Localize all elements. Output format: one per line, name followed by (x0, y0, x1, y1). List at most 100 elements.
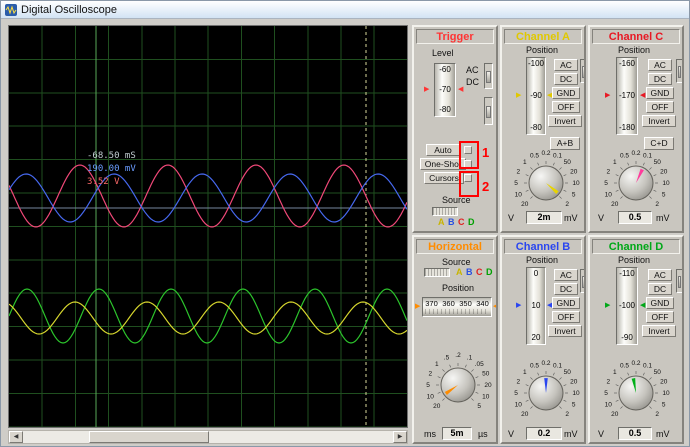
channel-b-position-label: Position (526, 255, 559, 265)
svg-text:5: 5 (604, 390, 608, 397)
channel-a-coupling-switch[interactable] (580, 59, 584, 83)
svg-text:5: 5 (662, 192, 666, 199)
trigger-level-label: Level (432, 48, 454, 58)
svg-text:0.5: 0.5 (530, 152, 539, 159)
source-channel-c: C (476, 267, 483, 277)
scale-tick-label: -90 (530, 91, 542, 100)
channel-b-gnd-button[interactable]: GND (552, 297, 580, 309)
horizontal-position-slider[interactable]: 370 360 350 340 (422, 297, 492, 317)
timebase-value[interactable]: 5m (442, 427, 472, 440)
svg-text:0.2: 0.2 (631, 150, 640, 157)
channel-b-ac-button[interactable]: AC (554, 269, 578, 281)
svg-text:50: 50 (482, 371, 490, 378)
channel-c-scale-value[interactable]: 0.5 (618, 211, 652, 224)
scale-tick-label: 370 (425, 299, 438, 308)
channel-c-gnd-button[interactable]: GND (646, 87, 674, 99)
horizontal-position-label: Position (442, 283, 475, 293)
svg-text:2: 2 (428, 371, 432, 378)
channel-b-invert-button[interactable]: Invert (548, 325, 582, 337)
scroll-left-button[interactable]: ◀ (9, 431, 23, 443)
channel-c-ac-button[interactable]: AC (648, 59, 672, 71)
source-channel-a: A (438, 217, 445, 227)
svg-text:20: 20 (570, 169, 578, 176)
timebase-knob[interactable]: 20 10 5 2 1.5.2.1.05 50 20 10 5 (414, 345, 496, 428)
svg-text:2: 2 (565, 201, 569, 208)
trigger-panel: Trigger Level -60 -70 -80 ▶ ◀ AC DC Auto… (412, 25, 498, 233)
channel-d-coupling-switch[interactable] (676, 269, 682, 293)
svg-text:10: 10 (482, 394, 490, 401)
channel-a-position-label: Position (526, 45, 559, 55)
channel-a-invert-button[interactable]: Invert (548, 115, 582, 127)
trigger-title: Trigger (416, 29, 494, 44)
horizontal-source-selector[interactable] (424, 268, 450, 277)
channel-c-dc-button[interactable]: DC (648, 73, 672, 85)
channel-b-coupling-switch[interactable] (580, 269, 584, 293)
channel-a-position-slider[interactable]: -100 -90 -80 (526, 57, 546, 135)
channel-b-volts-label: V (508, 429, 515, 439)
trigger-level-marker-right-icon: ◀ (458, 86, 464, 93)
svg-text:.05: .05 (475, 361, 484, 368)
source-channel-c: C (458, 217, 465, 227)
svg-text:10: 10 (572, 390, 580, 397)
channel-c-panel: Channel C Position -160 -170 -180 ▶ ◀ AC… (588, 25, 684, 233)
svg-text:20: 20 (521, 411, 529, 418)
channel-b-gain-knob[interactable]: 20 10 5 2 1 0.5 0.2 0.1 50 20 10 5 2 (502, 353, 584, 436)
svg-text:0.5: 0.5 (530, 362, 539, 369)
svg-text:0.1: 0.1 (553, 152, 562, 159)
channel-b-millivolts-label: mV (564, 429, 578, 439)
svg-text:10: 10 (662, 180, 670, 187)
channel-d-gnd-button[interactable]: GND (646, 297, 674, 309)
channel-d-off-button[interactable]: OFF (646, 311, 674, 323)
channel-d-position-slider[interactable]: -110 -100 -90 (616, 267, 638, 345)
channel-a-ac-button[interactable]: AC (554, 59, 578, 71)
svg-text:5: 5 (477, 403, 481, 410)
scale-tick-label: 20 (531, 333, 541, 342)
screen-scrollbar[interactable]: ◀ ▶ (8, 430, 408, 444)
horizontal-title: Horizontal (416, 239, 494, 254)
channel-c-invert-button[interactable]: Invert (642, 115, 676, 127)
channel-a-gnd-button[interactable]: GND (552, 87, 580, 99)
trigger-coupling-switch[interactable] (484, 63, 493, 89)
window-titlebar[interactable]: Digital Oscilloscope (1, 1, 689, 19)
channel-c-position-marker-left-icon: ▶ (605, 92, 611, 99)
channel-b-scale-value[interactable]: 0.2 (526, 427, 562, 440)
scale-tick-label: -70 (439, 85, 451, 94)
svg-text:20: 20 (660, 379, 668, 386)
trigger-dc-label: DC (466, 77, 479, 87)
channel-a-scale-value[interactable]: 2m (526, 211, 562, 224)
scope-screen: -68.50 mS 190.00 mV 3.52 V (8, 25, 408, 428)
channel-c-position-label: Position (618, 45, 651, 55)
channel-a-millivolts-label: mV (564, 213, 578, 223)
channel-a-dc-button[interactable]: DC (554, 73, 578, 85)
svg-text:5: 5 (572, 402, 576, 409)
channel-b-dc-button[interactable]: DC (554, 283, 578, 295)
channel-a-panel: Channel A Position -100 -90 -80 ▶ ◀ AC D… (500, 25, 586, 233)
scale-tick-label: -100 (527, 59, 544, 68)
source-channel-d: D (486, 267, 493, 277)
channel-d-gain-knob[interactable]: 20 10 5 2 1 0.5 0.2 0.1 50 20 10 5 2 (592, 353, 680, 436)
channel-b-position-slider[interactable]: 0 10 20 (526, 267, 546, 345)
svg-text:50: 50 (564, 369, 572, 376)
trigger-source-selector[interactable] (432, 207, 458, 216)
trigger-auto-button[interactable]: Auto (426, 144, 460, 156)
svg-text:20: 20 (484, 382, 492, 389)
channel-b-off-button[interactable]: OFF (552, 311, 580, 323)
svg-text:0.1: 0.1 (553, 362, 562, 369)
channel-d-dc-button[interactable]: DC (648, 283, 672, 295)
source-channel-d: D (468, 217, 475, 227)
trigger-cursors-button[interactable]: Cursors (424, 172, 464, 184)
channel-c-off-button[interactable]: OFF (646, 101, 674, 113)
svg-text:10: 10 (605, 192, 613, 199)
channel-c-coupling-switch[interactable] (676, 59, 682, 83)
svg-text:1: 1 (435, 361, 439, 368)
channel-d-scale-value[interactable]: 0.5 (618, 427, 652, 440)
scroll-right-button[interactable]: ▶ (393, 431, 407, 443)
channel-c-position-slider[interactable]: -160 -170 -180 (616, 57, 638, 135)
channel-c-volts-label: V (598, 213, 605, 223)
channel-a-off-button[interactable]: OFF (552, 101, 580, 113)
channel-d-ac-button[interactable]: AC (648, 269, 672, 281)
trigger-level-slider[interactable]: -60 -70 -80 (434, 63, 456, 117)
trigger-edge-switch[interactable] (484, 97, 493, 125)
scrollbar-thumb[interactable] (89, 431, 209, 443)
channel-d-invert-button[interactable]: Invert (642, 325, 676, 337)
